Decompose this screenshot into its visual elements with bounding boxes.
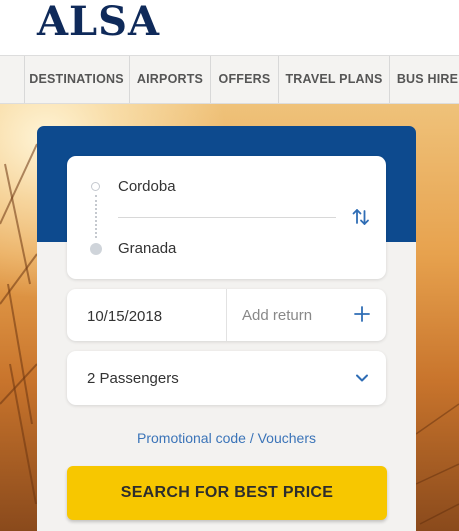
route-connector [95,195,97,238]
site-header: ALSA [0,0,459,55]
destination-marker-icon [90,243,102,255]
alsa-logo[interactable]: ALSA [37,0,160,44]
search-button[interactable]: SEARCH FOR BEST PRICE [67,466,387,520]
destination-field[interactable]: Granada [118,240,176,257]
date-divider [226,289,227,341]
add-return-field[interactable]: Add return [242,307,312,324]
swap-route-button[interactable] [348,204,374,230]
passengers-field[interactable]: 2 Passengers [87,370,179,387]
nav-item-airports[interactable]: AIRPORTS [130,56,211,103]
nav-item-bus-hire[interactable]: BUS HIRE [390,56,459,103]
origin-field[interactable]: Cordoba [118,178,176,195]
passengers-dropdown-toggle[interactable] [354,370,370,386]
plus-icon [354,306,370,322]
route-divider [118,217,336,218]
departure-date-field[interactable]: 10/15/2018 [87,308,162,325]
nav-item-destinations[interactable]: DESTINATIONS [24,56,130,103]
nav-item-travel-plans[interactable]: TRAVEL PLANS [279,56,390,103]
origin-marker-icon [91,182,100,191]
main-navigation: DESTINATIONS AIRPORTS OFFERS TRAVEL PLAN… [0,55,459,104]
chevron-down-icon [356,374,368,382]
swap-vertical-arrows-icon [352,209,369,225]
nav-item-offers[interactable]: OFFERS [211,56,279,103]
nav-spacer [0,56,25,103]
add-return-button[interactable] [353,305,371,323]
promo-code-link[interactable]: Promotional code / Vouchers [37,430,416,446]
